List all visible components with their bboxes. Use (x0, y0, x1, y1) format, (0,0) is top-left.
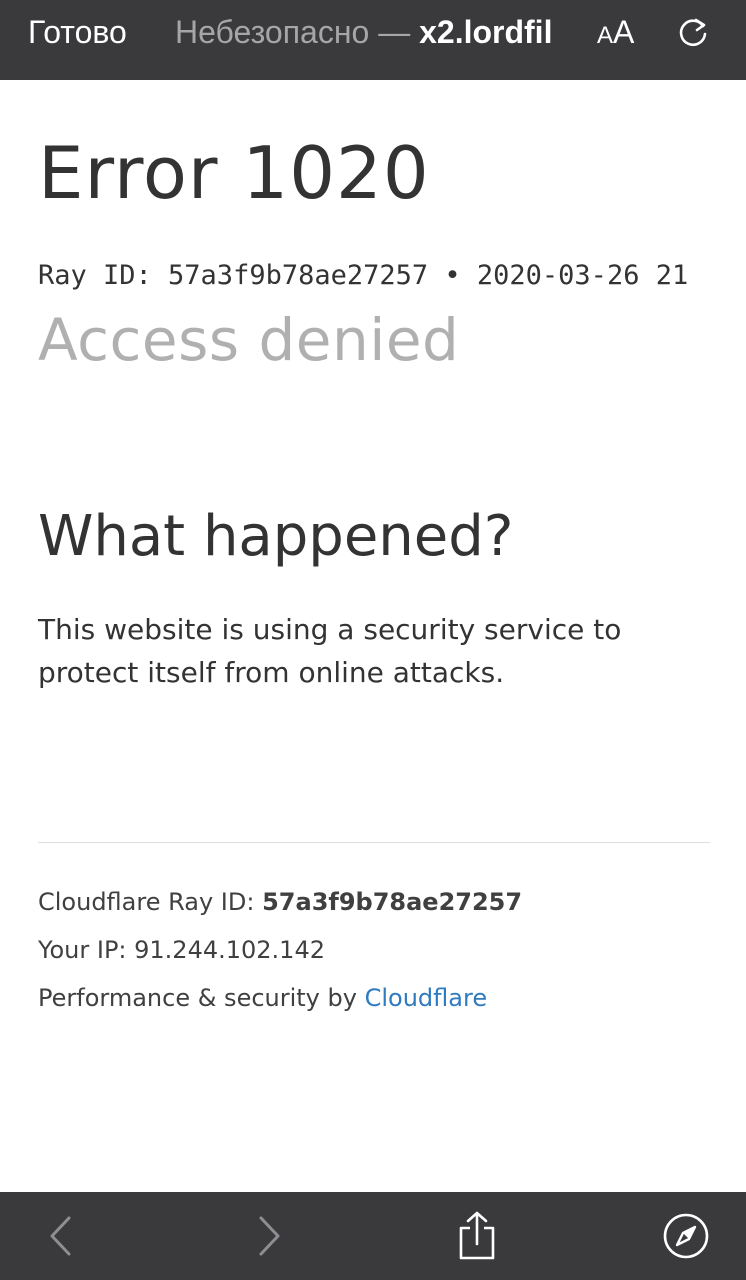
footer-performance: Performance & security by Cloudflare (38, 982, 487, 1014)
error-title: Error 1020 (38, 131, 430, 215)
access-denied-heading: Access denied (38, 306, 460, 374)
footer-ip: Your IP: 91.244.102.142 (38, 934, 325, 966)
browser-top-bar: Готово Небезопасно — x2.lordfil AA (0, 0, 746, 80)
footer-ray-id: Cloudflare Ray ID: 57a3f9b78ae27257 (38, 886, 522, 918)
cloudflare-link[interactable]: Cloudflare (365, 984, 487, 1012)
open-in-browser-button[interactable] (660, 1210, 712, 1262)
explanation-text: This website is using a security service… (38, 613, 622, 689)
footer-perf-label: Performance & security by (38, 984, 357, 1012)
footer-ray-value: 57a3f9b78ae27257 (262, 888, 523, 916)
reload-button[interactable] (674, 12, 712, 52)
footer-ray-label: Cloudflare Ray ID: (38, 888, 255, 916)
footer-ip-value: 91.244.102.142 (134, 936, 325, 964)
chevron-left-icon (50, 1216, 71, 1256)
browser-bottom-toolbar (0, 1192, 746, 1280)
footer-ip-label: Your IP: (38, 936, 127, 964)
reload-icon (679, 18, 707, 47)
done-button[interactable]: Готово (28, 12, 127, 52)
text-size-large-glyph: A (613, 14, 635, 50)
text-size-button[interactable]: AA (597, 12, 634, 52)
share-button[interactable] (451, 1210, 503, 1262)
text-size-small-glyph: A (597, 22, 614, 49)
back-button[interactable] (36, 1210, 88, 1262)
divider (38, 842, 710, 843)
forward-button[interactable] (244, 1210, 296, 1262)
ray-id-line: Ray ID: 57a3f9b78ae27257 • 2020-03-26 21 (38, 260, 689, 291)
url-domain: x2.lordfil (419, 14, 553, 50)
compass-icon (663, 1213, 709, 1259)
chevron-right-icon (259, 1216, 280, 1256)
insecure-label: Небезопасно — (175, 14, 411, 50)
what-happened-heading: What happened? (38, 504, 514, 569)
address-bar[interactable]: Небезопасно — x2.lordfil (175, 12, 585, 52)
share-icon (459, 1211, 495, 1260)
